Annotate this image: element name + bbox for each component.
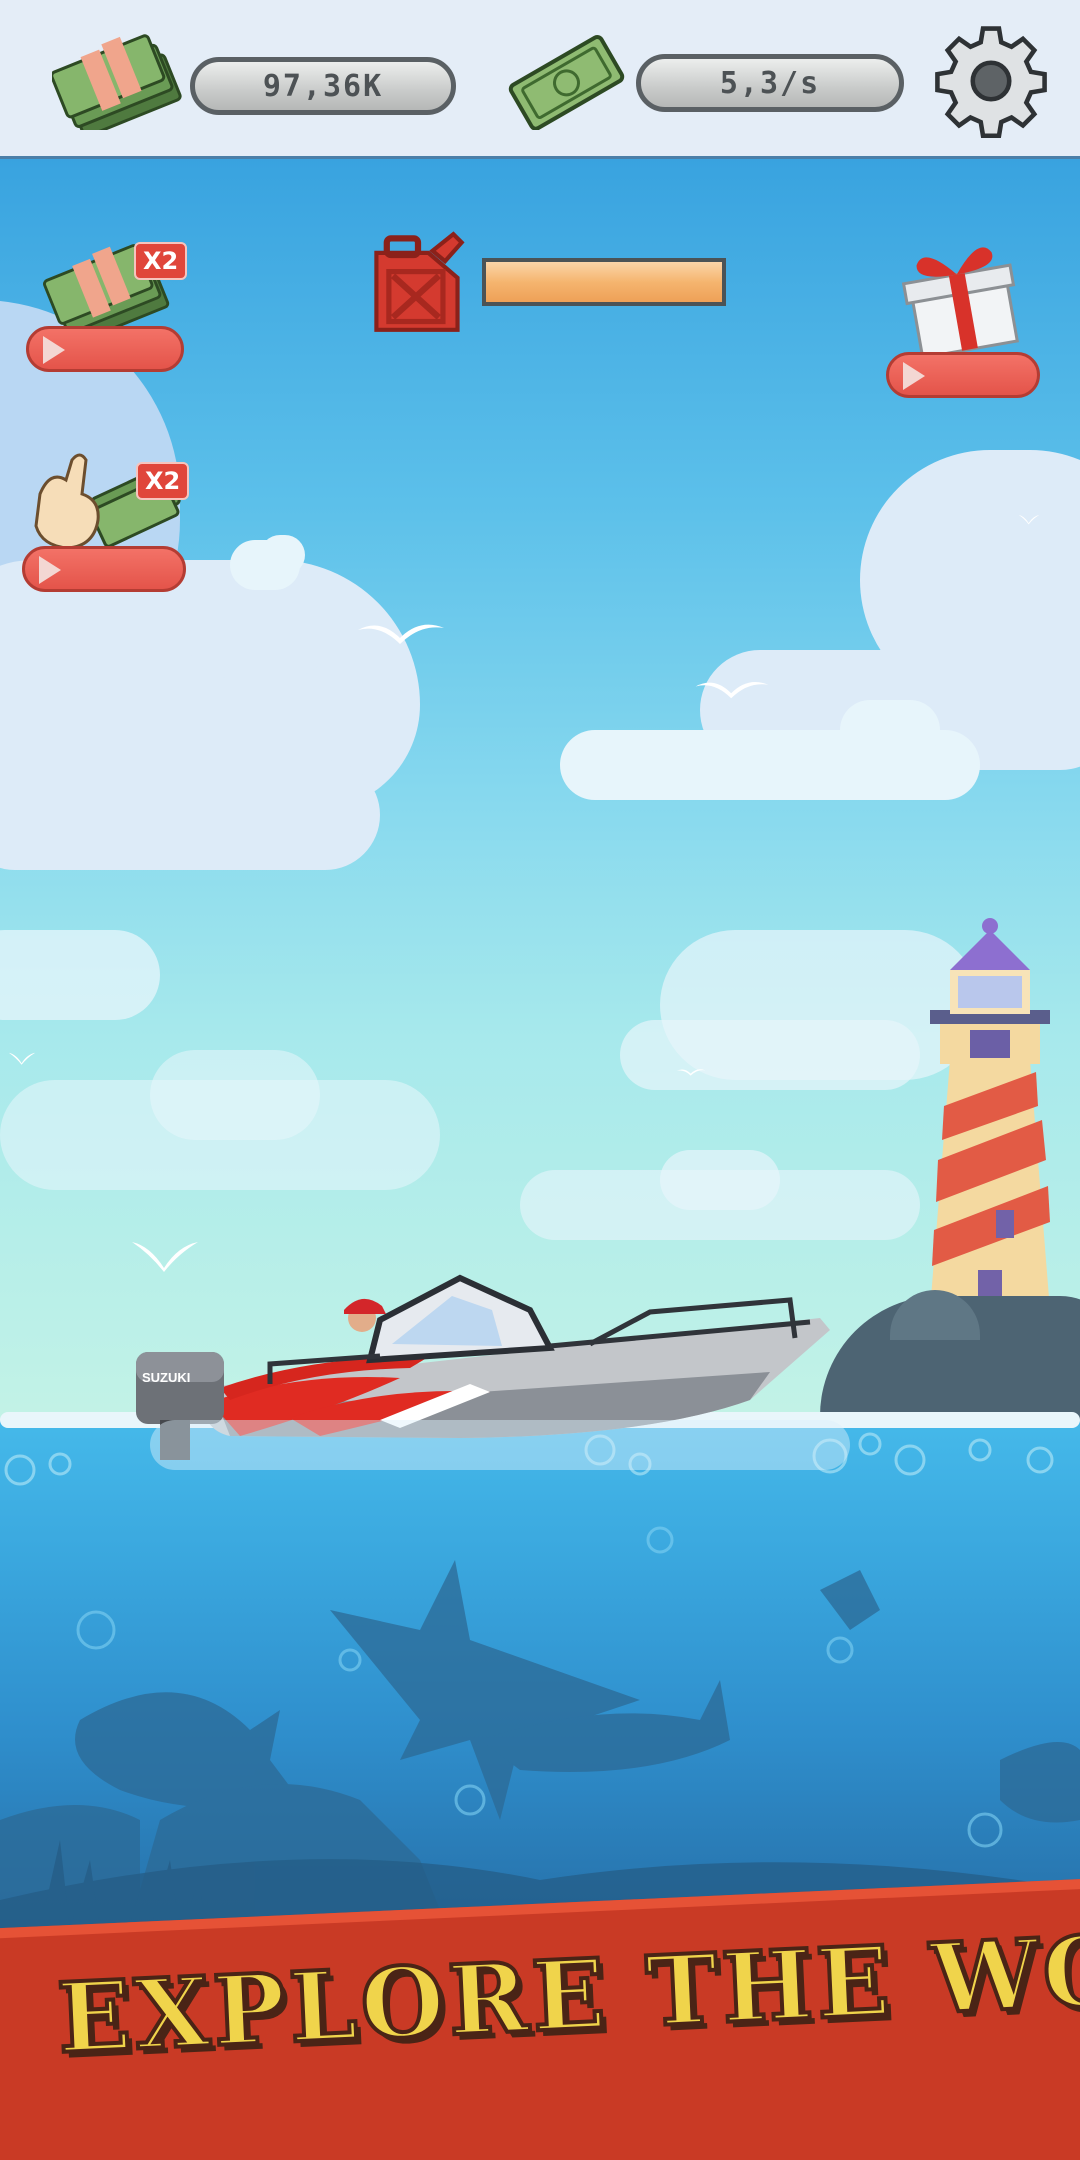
play-icon: [903, 362, 925, 390]
cash-bill-icon: [508, 35, 625, 130]
income-rate-counter: 5,3/s: [636, 54, 904, 112]
income-rate-value: 5,3/s: [719, 65, 821, 101]
cloud: [660, 1150, 780, 1210]
money-counter: 97,36K: [190, 57, 456, 115]
cloud: [260, 535, 305, 575]
seagull-icon: [1018, 514, 1040, 525]
cloud: [840, 700, 940, 760]
cloud: [0, 930, 160, 1020]
cloud: [0, 760, 380, 870]
seagull-icon: [676, 1069, 706, 1076]
play-icon: [43, 336, 65, 364]
gift-box-icon: [901, 247, 1019, 354]
play-icon: [39, 556, 61, 584]
double-cash-ad-button[interactable]: [26, 326, 184, 372]
top-hud: 97,36K 5,3/s: [0, 0, 1080, 159]
game-screen[interactable]: SUZUKI 97,36K 5,3/s X2 X2 EXPLORE THE WO…: [0, 0, 1080, 2160]
cloud: [150, 1050, 320, 1140]
fuel-gauge: [482, 258, 726, 306]
gift-ad-button[interactable]: [886, 352, 1040, 398]
cloud: [620, 1020, 920, 1090]
double-tap-ad-button[interactable]: [22, 546, 186, 592]
cash-stack-icon: [52, 34, 182, 130]
x2-badge: X2: [134, 242, 188, 280]
seagull-icon: [8, 1052, 36, 1065]
money-value: 97,36K: [262, 68, 384, 104]
boat-spray: [150, 1420, 850, 1470]
fuel-gauge-fill: [486, 262, 722, 302]
fuel-can-icon: [374, 231, 465, 332]
seagull-icon: [695, 681, 769, 699]
seagull-icon: [358, 624, 444, 644]
x2-badge: X2: [136, 462, 190, 500]
engine-brand-label: SUZUKI: [142, 1370, 191, 1385]
gear-icon[interactable]: [934, 24, 1048, 138]
